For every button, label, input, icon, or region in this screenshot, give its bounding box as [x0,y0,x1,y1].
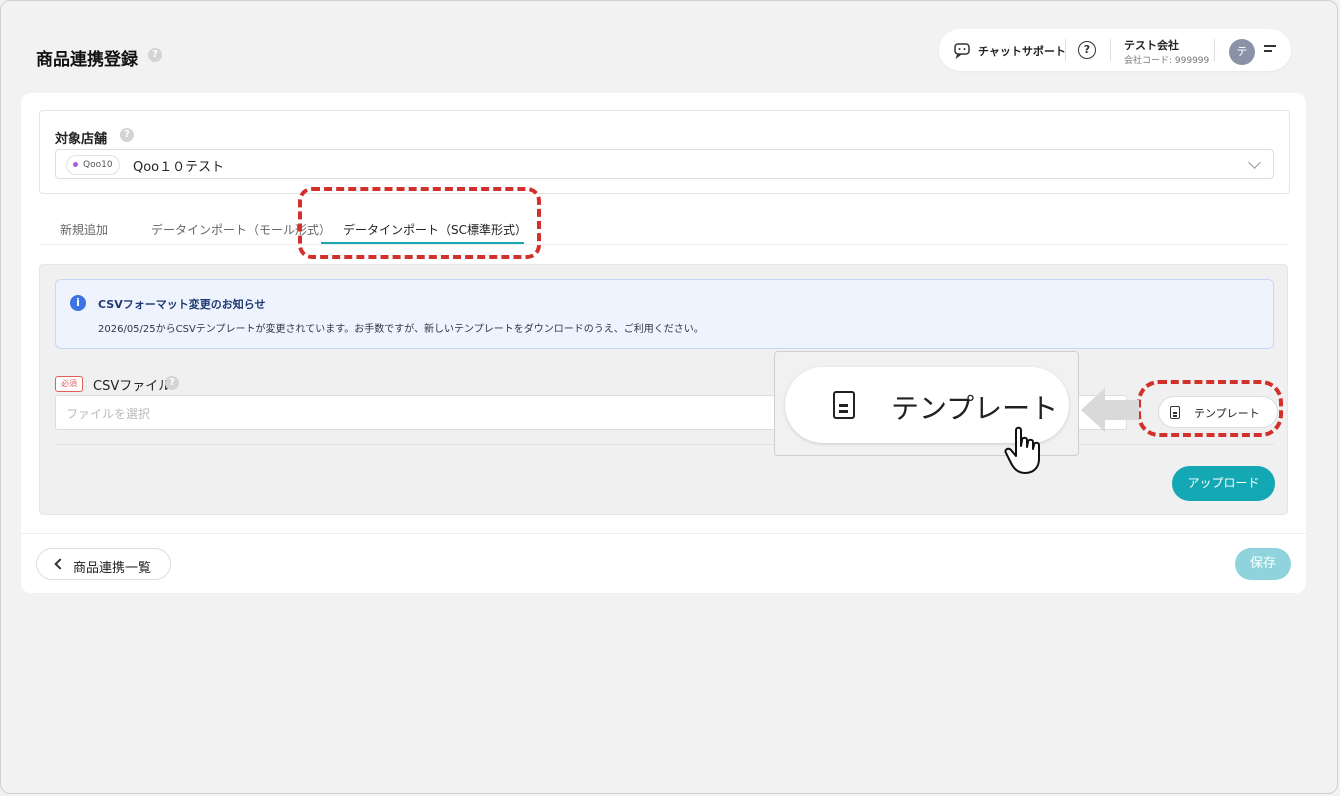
mall-badge: Qoo10 [66,155,120,175]
store-select[interactable]: Qoo10 Qoo１０テスト [55,149,1274,179]
main-card: 対象店舗 ? Qoo10 Qoo１０テスト 新規追加 データインポート（モール形… [21,93,1306,593]
divider [1065,39,1066,61]
chat-support-link[interactable]: チャットサポート [978,43,1066,59]
question-icon[interactable]: ? [1078,41,1096,59]
footer-divider [21,533,1306,534]
help-icon[interactable]: ? [148,48,162,62]
avatar[interactable]: テ [1229,39,1255,65]
tabs-divider [39,244,1288,245]
chevron-left-icon [54,558,66,570]
annotation-highlight-template [1137,380,1283,437]
page-title: 商品連携登録 [36,50,138,70]
chevron-down-icon [1248,156,1261,169]
menu-icon[interactable] [1264,45,1276,55]
company-code: 会社コード: 999999 [1124,56,1210,66]
arrow-left-icon [1081,388,1139,432]
notice-text: 2026/05/25からCSVテンプレートが変更されています。お手数ですが、新し… [98,324,704,335]
upload-button[interactable]: アップロード [1172,466,1275,501]
panel-divider [55,444,1274,445]
store-label: 対象店舗 [55,132,108,147]
save-button[interactable]: 保存 [1235,548,1291,580]
hand-cursor-icon [1004,426,1040,474]
csv-label: CSVファイル [93,379,172,394]
store-section: 対象店舗 ? Qoo10 Qoo１０テスト [39,110,1290,194]
mall-dot-icon [73,162,78,167]
info-icon: i [70,295,86,311]
chat-icon[interactable] [953,41,971,59]
notice-title: CSVフォーマット変更のお知らせ [98,298,266,311]
back-label: 商品連携一覧 [73,561,152,576]
divider [1214,39,1215,61]
tab-new[interactable]: 新規追加 [60,221,108,238]
back-button[interactable]: 商品連携一覧 [36,548,171,580]
store-name: Qoo１０テスト [133,160,225,175]
help-icon[interactable]: ? [120,128,134,142]
divider [1110,39,1111,61]
notice-box: i CSVフォーマット変更のお知らせ 2026/05/25からCSVテンプレート… [55,279,1274,349]
company-name: テスト会社 [1124,39,1179,52]
zoomed-template-label: テンプレート [891,392,1059,425]
help-icon[interactable]: ? [165,376,179,390]
header-toolbar: チャットサポート ? テスト会社 会社コード: 999999 テ [939,29,1291,71]
annotation-highlight-tab [298,187,541,259]
document-icon [833,391,855,419]
required-badge: 必須 [55,376,83,392]
app-frame: 商品連携登録 ? チャットサポート ? テスト会社 会社コード: 999999 … [0,0,1338,794]
